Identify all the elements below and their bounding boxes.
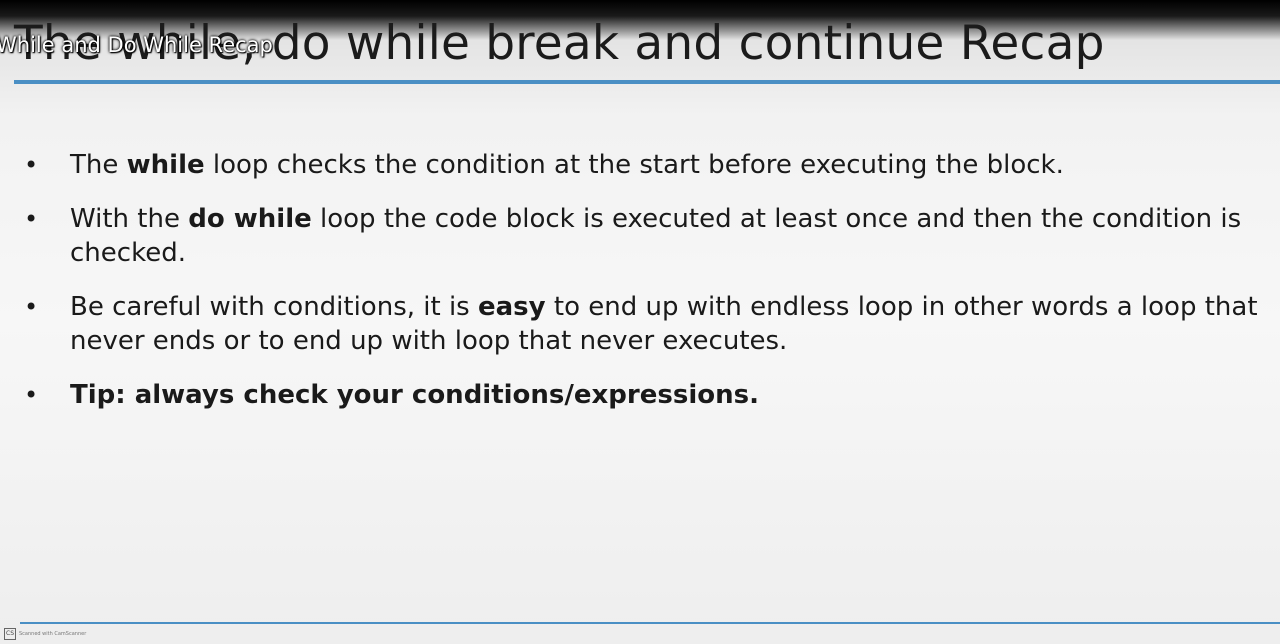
bullet-text-strong: Tip: always check your conditions/expres… — [70, 380, 750, 410]
bullet-text-before: Be careful with conditions, it is — [70, 292, 478, 322]
title-underline — [14, 80, 1280, 84]
watermark-text: Scanned with CamScanner — [19, 631, 87, 637]
bullet-dot-icon: • — [24, 205, 39, 233]
bullet-text-strong: do while — [188, 204, 312, 234]
camscanner-logo-icon: CS — [4, 628, 16, 640]
bullet-dot-icon: • — [24, 293, 39, 321]
bullet-text-after: loop checks the condition at the start b… — [204, 150, 1064, 180]
bullet-item-tip: • Tip: always check your conditions/expr… — [20, 378, 1270, 412]
bullet-dot-icon: • — [24, 151, 39, 179]
bullet-dot-icon: • — [24, 381, 39, 409]
bullet-text-strong: easy — [478, 292, 546, 322]
bullet-text-before: With the — [70, 204, 189, 234]
bullet-text-after: . — [749, 380, 759, 410]
slide: The while, do while break and continue R… — [0, 0, 1280, 644]
bullet-list: • The while loop checks the condition at… — [20, 148, 1270, 432]
bullet-item-while: • The while loop checks the condition at… — [20, 148, 1270, 182]
bullet-text-before: The — [70, 150, 127, 180]
bullet-item-do-while: • With the do while loop the code block … — [20, 202, 1270, 270]
bullet-item-careful: • Be careful with conditions, it is easy… — [20, 290, 1270, 358]
video-overlay-caption: While and Do While Recap — [0, 33, 273, 57]
bullet-text-strong: while — [126, 150, 205, 180]
footer-rule — [20, 622, 1280, 624]
scanner-watermark: CS Scanned with CamScanner — [4, 628, 86, 640]
